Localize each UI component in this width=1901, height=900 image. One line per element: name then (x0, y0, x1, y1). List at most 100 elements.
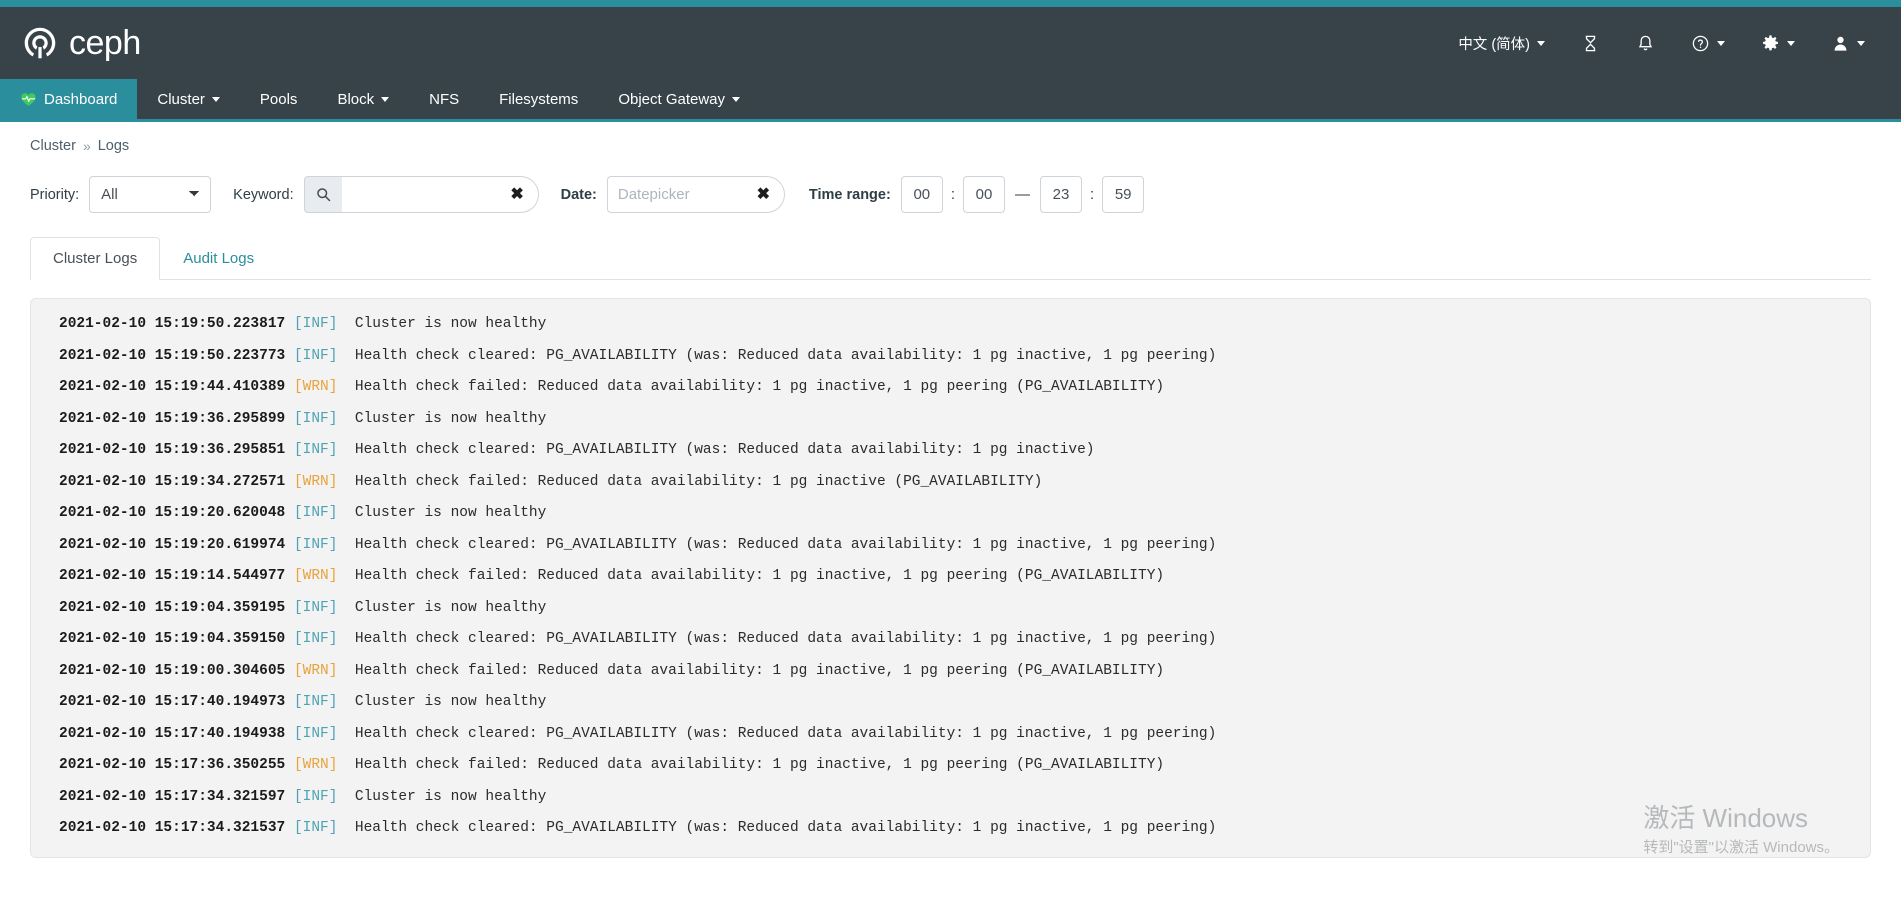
end-hour-input[interactable] (1039, 176, 1082, 213)
log-message: Health check failed: Reduced data availa… (346, 662, 1165, 679)
date-input-group: ✖ (606, 176, 785, 213)
tab-label: Cluster Logs (53, 250, 138, 267)
settings-menu[interactable] (1743, 24, 1813, 63)
nav-item-dashboard[interactable]: Dashboard (0, 79, 138, 119)
log-message: Cluster is now healthy (346, 788, 547, 805)
breadcrumb-parent[interactable]: Cluster (30, 138, 76, 154)
notifications-button[interactable] (1618, 24, 1673, 63)
hourglass-icon (1581, 34, 1600, 53)
log-timestamp: 2021-02-10 15:17:40.194938 (59, 725, 286, 742)
nav-label: Object Gateway (618, 90, 726, 108)
user-icon (1831, 34, 1850, 53)
nav-item-object-gateway[interactable]: Object Gateway (598, 79, 760, 119)
log-level-badge: [WRN] (285, 757, 347, 773)
clear-x-icon: ✖ (756, 185, 771, 203)
date-label: Date: (560, 186, 597, 203)
nav-label: Cluster (157, 90, 205, 108)
log-timestamp: 2021-02-10 15:19:50.223773 (59, 347, 286, 364)
tab-audit-logs[interactable]: Audit Logs (160, 237, 277, 280)
log-line: 2021-02-10 15:19:50.223773 [INF] Health … (31, 347, 1870, 364)
log-line: 2021-02-10 15:19:20.620048 [INF] Cluster… (31, 506, 1870, 521)
help-menu[interactable] (1673, 24, 1743, 63)
nav-label: NFS (429, 90, 460, 108)
log-timestamp: 2021-02-10 15:19:20.619974 (59, 536, 286, 553)
date-clear-button[interactable]: ✖ (742, 176, 785, 213)
chevron-down-icon (1857, 40, 1865, 46)
log-message: Cluster is now healthy (346, 599, 547, 616)
date-input[interactable] (606, 176, 743, 213)
breadcrumb: Cluster » Logs (0, 122, 1901, 154)
log-level-badge: [INF] (285, 631, 347, 647)
priority-select[interactable]: All (89, 176, 212, 213)
language-label: 中文 (简体) (1458, 36, 1530, 53)
nav-label: Block (337, 90, 375, 108)
log-message: Cluster is now healthy (346, 694, 547, 710)
log-level-badge: [INF] (285, 694, 347, 710)
log-message: Health check failed: Reduced data availa… (346, 757, 1165, 773)
chevron-down-icon (211, 96, 220, 102)
task-manager-button[interactable] (1563, 24, 1618, 63)
log-message: Health check cleared: PG_AVAILABILITY (w… (346, 442, 1095, 458)
bell-icon (1636, 34, 1655, 53)
log-timestamp: 2021-02-10 15:19:36.295851 (59, 442, 286, 458)
ceph-logo-icon (22, 25, 58, 61)
cluster-log-panel[interactable]: 2021-02-10 15:19:50.223817 [INF] Cluster… (30, 298, 1871, 858)
question-circle-icon (1691, 34, 1710, 53)
top-accent-strip (0, 0, 1901, 7)
end-minute-input[interactable] (1102, 176, 1145, 213)
user-menu[interactable] (1813, 24, 1883, 63)
log-timestamp: 2021-02-10 15:17:34.321597 (59, 788, 286, 805)
log-line: 2021-02-10 15:19:34.272571 [WRN] Health … (31, 474, 1870, 490)
log-filter-bar: Priority: All Keyword: ✖ Date: ✖ Time ra… (0, 154, 1901, 213)
log-line: 2021-02-10 15:19:04.359150 [INF] Health … (31, 632, 1870, 647)
brand-logo-link[interactable]: ceph (22, 25, 141, 61)
nav-item-nfs[interactable]: NFS (409, 79, 479, 119)
keyword-input[interactable] (341, 176, 497, 213)
log-level-badge: [INF] (285, 599, 347, 616)
log-timestamp: 2021-02-10 15:19:44.410389 (59, 379, 286, 395)
nav-item-filesystems[interactable]: Filesystems (479, 79, 598, 119)
nav-item-cluster[interactable]: Cluster (137, 79, 240, 119)
log-timestamp: 2021-02-10 15:17:40.194973 (59, 694, 286, 710)
log-line: 2021-02-10 15:17:36.350255 [WRN] Health … (31, 758, 1870, 773)
nav-item-block[interactable]: Block (317, 79, 409, 119)
log-level-badge: [INF] (285, 536, 347, 553)
log-line: 2021-02-10 15:19:14.544977 [WRN] Health … (31, 569, 1870, 584)
log-level-badge: [WRN] (285, 568, 347, 584)
log-line: 2021-02-10 15:17:34.321597 [INF] Cluster… (31, 788, 1870, 805)
log-message: Cluster is now healthy (346, 316, 547, 332)
time-range-dash: — (1014, 186, 1030, 203)
log-message: Cluster is now healthy (346, 410, 547, 427)
chevron-down-icon (1787, 40, 1795, 46)
log-message: Health check cleared: PG_AVAILABILITY (w… (346, 347, 1217, 364)
log-timestamp: 2021-02-10 15:19:14.544977 (59, 568, 286, 584)
search-icon[interactable] (303, 176, 342, 213)
log-message: Health check failed: Reduced data availa… (346, 568, 1165, 584)
chevron-down-icon (381, 96, 390, 102)
main-navigation: Dashboard Cluster Pools Block NFS Filesy… (0, 79, 1901, 122)
chevron-down-icon (1537, 40, 1545, 46)
chevron-down-icon (1717, 40, 1725, 46)
identity-bar-actions: 中文 (简体) (1440, 23, 1883, 64)
log-line-list: 2021-02-10 15:19:50.223817 [INF] Cluster… (31, 317, 1870, 836)
log-line: 2021-02-10 15:19:04.359195 [INF] Cluster… (31, 599, 1870, 616)
tab-cluster-logs[interactable]: Cluster Logs (30, 237, 161, 280)
nav-label: Pools (259, 90, 298, 108)
log-tabs: Cluster Logs Audit Logs (30, 237, 1871, 280)
log-level-badge: [WRN] (285, 662, 347, 679)
log-level-badge: [WRN] (285, 379, 347, 395)
nav-item-pools[interactable]: Pools (240, 79, 318, 119)
log-timestamp: 2021-02-10 15:17:36.350255 (59, 757, 286, 773)
start-hour-input[interactable] (900, 176, 943, 213)
time-colon-start: : (950, 186, 955, 203)
keyword-label: Keyword: (233, 186, 294, 203)
start-minute-input[interactable] (962, 176, 1005, 213)
log-line: 2021-02-10 15:19:36.295899 [INF] Cluster… (31, 410, 1870, 427)
keyword-clear-button[interactable]: ✖ (496, 176, 539, 213)
gear-icon (1761, 34, 1780, 53)
log-timestamp: 2021-02-10 15:19:04.359150 (59, 631, 286, 647)
log-level-badge: [INF] (285, 725, 347, 742)
priority-label: Priority: (30, 186, 80, 203)
log-line: 2021-02-10 15:17:40.194938 [INF] Health … (31, 725, 1870, 742)
language-selector[interactable]: 中文 (简体) (1440, 23, 1563, 64)
